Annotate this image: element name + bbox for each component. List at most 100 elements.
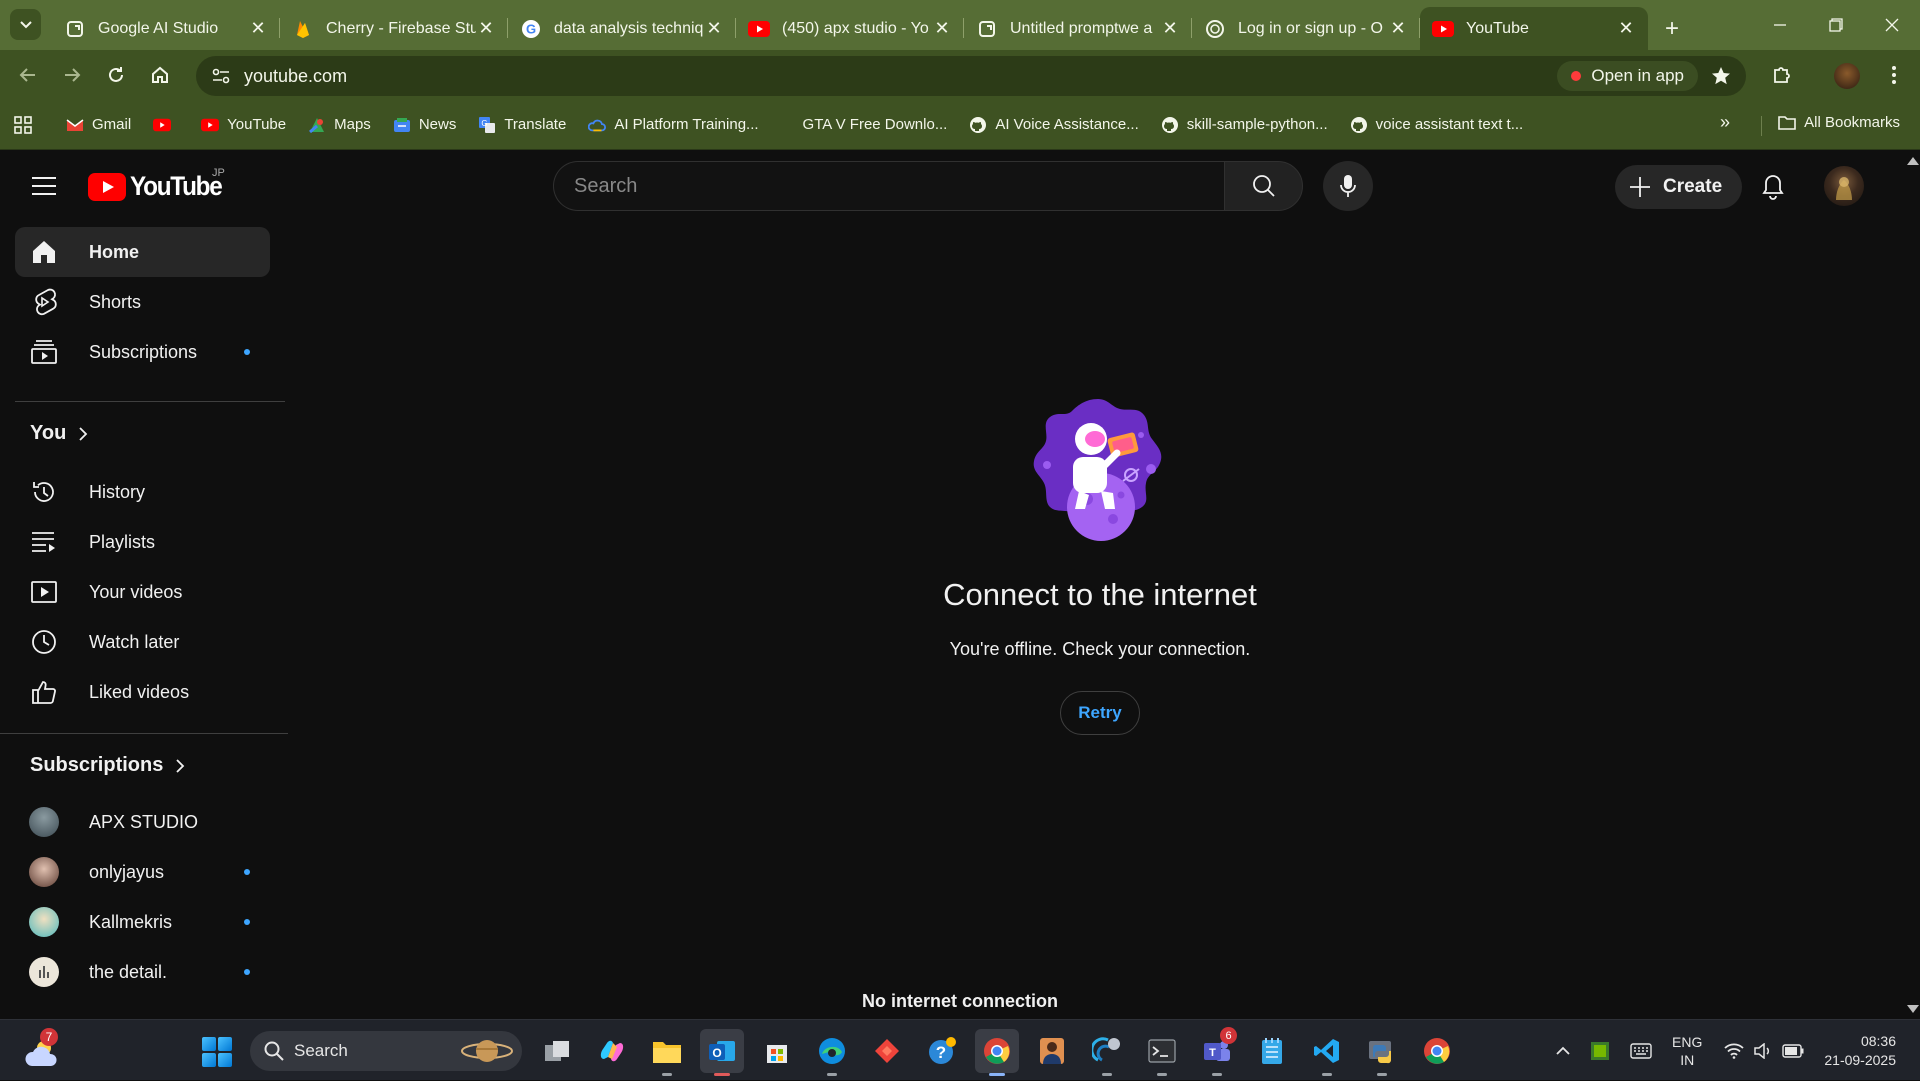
scroll-down-arrow-icon[interactable] [1907,1005,1919,1013]
sidebar-item-subscriptions[interactable]: Subscriptions [15,327,270,377]
close-tab-icon[interactable]: ✕ [1388,18,1408,39]
you-section-title[interactable]: You [30,422,88,445]
help-app[interactable]: ? [920,1029,964,1073]
bookmark-gmail[interactable]: Gmail [66,116,131,134]
bookmark-ai-voice[interactable]: AI Voice Assistance... [969,116,1139,134]
notepad-app[interactable] [1250,1029,1294,1073]
scroll-up-arrow-icon[interactable] [1907,157,1919,165]
python-icon [1369,1041,1392,1064]
address-bar[interactable]: youtube.com Open in app [196,56,1746,96]
browser-tab[interactable]: Google AI Studio ✕ [52,7,280,50]
chrome-app[interactable] [975,1029,1019,1076]
volume-icon[interactable] [1754,1042,1772,1059]
subscription-channel[interactable]: APX STUDIO [15,797,270,847]
bookmark-news[interactable]: News [393,116,456,134]
back-button[interactable] [8,55,48,95]
bookmark-youtube[interactable]: YouTube [201,116,286,134]
input-language-indicator[interactable]: ENG IN [1672,1033,1702,1069]
bookmark-maps[interactable]: Maps [308,116,371,134]
subscriptions-section-title[interactable]: Subscriptions [30,754,185,777]
sidebar-item-shorts[interactable]: Shorts [15,277,270,327]
taskbar-apps: O ? T6 [535,1027,1470,1076]
sidebar-item-your-videos[interactable]: Your videos [15,567,270,617]
new-tab-button[interactable]: + [1654,11,1690,47]
taskbar-search[interactable]: Search [250,1031,522,1071]
keyboard-tray-icon[interactable] [1630,1042,1652,1059]
minimize-button[interactable] [1752,0,1808,50]
all-bookmarks-button[interactable]: All Bookmarks [1778,114,1900,131]
youtube-logo[interactable]: YouTube JP [88,167,232,202]
python-app[interactable] [1360,1029,1404,1076]
bookmark-skill-sample[interactable]: skill-sample-python... [1161,116,1328,134]
close-tab-icon[interactable]: ✕ [1616,18,1636,39]
browser-menu-button[interactable] [1874,55,1914,95]
home-button[interactable] [140,55,180,95]
bookmark-gta[interactable]: GTA V Free Downlo... [803,116,948,133]
subscription-channel[interactable]: Kallmekris [15,897,270,947]
close-tab-icon[interactable]: ✕ [248,18,268,39]
page-scrollbar[interactable] [1904,151,1920,1019]
country-code: JP [212,167,225,179]
close-tab-icon[interactable]: ✕ [932,18,952,39]
copilot-app[interactable] [590,1029,634,1073]
vscode-app[interactable] [1305,1029,1349,1076]
profile-app[interactable] [1030,1029,1074,1073]
browser-tab[interactable]: (450) apx studio - Yo ✕ [736,7,964,50]
subscription-channel[interactable]: onlyjayus [15,847,270,897]
extensions-button[interactable] [1762,55,1802,95]
start-button[interactable] [202,1037,232,1067]
bookmark-voice-assistant[interactable]: voice assistant text t... [1350,116,1523,134]
taskbar-clock[interactable]: 08:36 21-09-2025 [1824,1032,1896,1070]
site-info-icon[interactable] [202,61,240,91]
sidebar-item-playlists[interactable]: Playlists [15,517,270,567]
browser-tab[interactable]: Cherry - Firebase Stu ✕ [280,7,508,50]
more-bookmarks-chevron-icon[interactable]: » [1720,112,1730,133]
cloud-sync-app[interactable] [1085,1029,1129,1076]
bookmarks-divider [1761,116,1762,136]
outlook-app[interactable]: O [700,1029,744,1076]
guide-menu-button[interactable] [24,166,64,206]
browser-tab-active[interactable]: YouTube ✕ [1420,7,1648,50]
chrome-secondary-app[interactable] [1415,1029,1459,1073]
battery-icon[interactable] [1782,1043,1804,1058]
tab-search-button[interactable] [10,9,41,40]
microsoft-store-app[interactable] [755,1029,799,1073]
outlook-icon: O [709,1041,735,1061]
nvidia-tray-icon[interactable] [1590,1041,1610,1061]
task-view-app[interactable] [535,1029,579,1073]
show-hidden-icons-button[interactable] [1556,1046,1570,1056]
bookmark-star-icon[interactable] [1710,65,1732,87]
profile-avatar[interactable] [1834,63,1860,89]
edge-app[interactable] [810,1029,854,1076]
teams-app[interactable]: T6 [1195,1027,1239,1076]
apps-grid-icon[interactable] [14,115,32,134]
close-window-button[interactable] [1864,0,1920,50]
close-icon [1885,18,1899,32]
weather-widget[interactable]: 7 [22,1028,62,1072]
retry-button[interactable]: Retry [1060,691,1140,735]
sidebar-item-liked-videos[interactable]: Liked videos [15,667,270,717]
forward-button[interactable] [52,55,92,95]
close-tab-icon[interactable]: ✕ [476,18,496,39]
sidebar-item-history[interactable]: History [15,467,270,517]
open-in-app-button[interactable]: Open in app [1557,61,1698,91]
bookmark-translate[interactable]: G Translate [478,116,566,134]
restore-button[interactable] [1808,0,1864,50]
bookmark-youtube-icon-only[interactable] [153,116,179,134]
sidebar-item-watch-later[interactable]: Watch later [15,617,270,667]
reload-button[interactable] [96,55,136,95]
sidebar-item-home[interactable]: Home [15,227,270,277]
person-photo-icon [1040,1038,1064,1064]
bookmark-ai-platform[interactable]: AI Platform Training... [588,116,759,134]
close-tab-icon[interactable]: ✕ [704,18,724,39]
file-explorer-app[interactable] [645,1029,689,1076]
anydesk-app[interactable] [865,1029,909,1073]
your-videos-icon [29,577,59,607]
close-tab-icon[interactable]: ✕ [1160,18,1180,39]
terminal-app[interactable] [1140,1029,1184,1076]
browser-tab[interactable]: Log in or sign up - O ✕ [1192,7,1420,50]
browser-tab[interactable]: Untitled promptwe a ✕ [964,7,1192,50]
browser-tab[interactable]: G data analysis techniq ✕ [508,7,736,50]
wifi-icon[interactable] [1724,1043,1744,1059]
subscription-channel[interactable]: the detail. [15,947,270,997]
